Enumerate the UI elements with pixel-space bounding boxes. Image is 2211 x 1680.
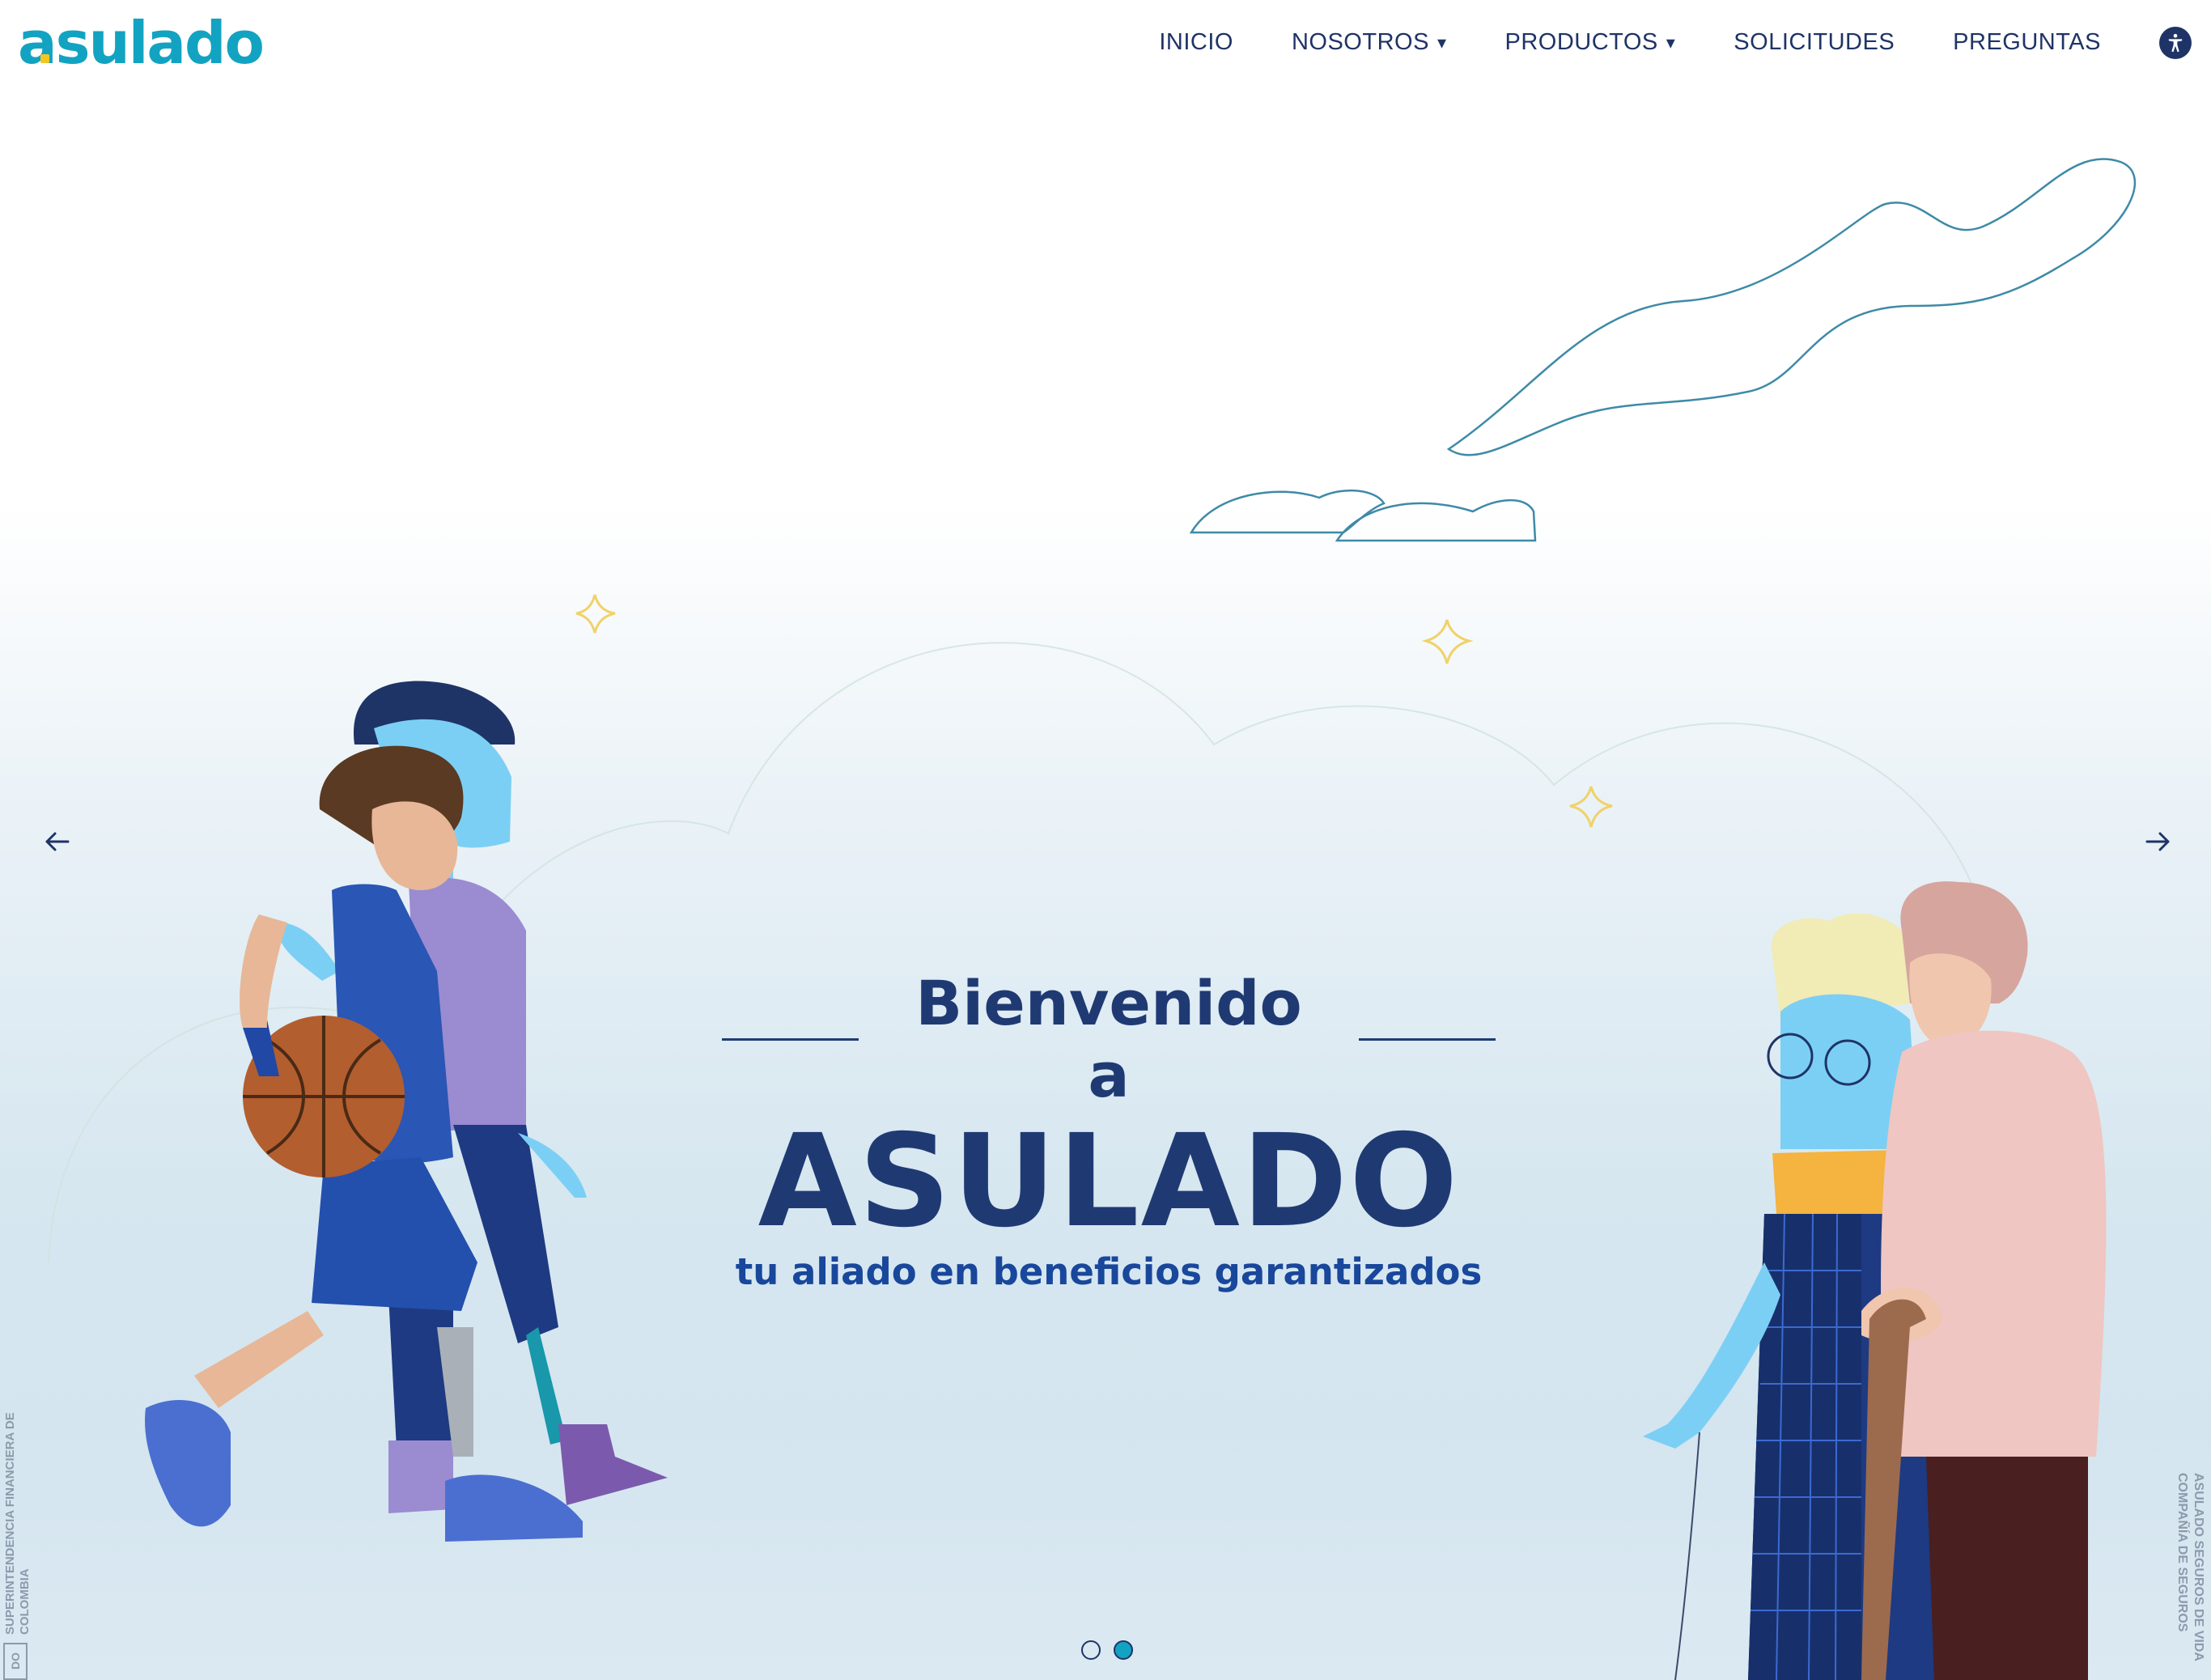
- logo-dot: [40, 53, 49, 63]
- hero-welcome: Bienvenido a: [696, 967, 1521, 1111]
- sparkle-icon: [1421, 619, 1474, 664]
- carousel-dot-2[interactable]: [1114, 1640, 1133, 1660]
- carousel-prev-button[interactable]: [40, 825, 73, 858]
- caret-down-icon: ▾: [1666, 32, 1676, 53]
- carousel-next-button[interactable]: [2142, 825, 2175, 858]
- small-cloud-shape: [1335, 498, 1537, 542]
- small-cloud-shape: [1189, 489, 1386, 534]
- nav-label: PRODUCTOS: [1504, 29, 1658, 55]
- site-header: asulado INICIO NOSOTROS ▾ PRODUCTOS ▾ SO…: [0, 0, 2211, 85]
- nav-item-nosotros[interactable]: NOSOTROS ▾: [1292, 29, 1447, 56]
- nav-label: SOLICITUDES: [1734, 29, 1895, 55]
- nav-item-inicio[interactable]: INICIO: [1159, 29, 1233, 56]
- main-nav: INICIO NOSOTROS ▾ PRODUCTOS ▾ SOLICITUDE…: [1101, 26, 2192, 59]
- regulator-note: SUPERINTENDENCIA FINANCIERA DE COLOMBIA: [3, 1412, 32, 1635]
- arrow-left-icon: [45, 832, 70, 851]
- hero-text-block: Bienvenido a ASULADO tu aliado en benefi…: [696, 967, 1521, 1293]
- divider-rule: [722, 1037, 859, 1041]
- divider-rule: [1358, 1037, 1496, 1041]
- hero-illustration: [48, 158, 2137, 1680]
- company-note: ASULADO SEGUROS DE VIDA COMPAÑÍA DE SEGU…: [2175, 1473, 2205, 1661]
- sparkle-icon: [1569, 786, 1613, 828]
- carousel-pagination: [1081, 1640, 1146, 1660]
- caret-down-icon: ▾: [1437, 32, 1447, 53]
- hero-welcome-text: Bienvenido a: [915, 967, 1302, 1111]
- nav-label: PREGUNTAS: [1953, 29, 2101, 55]
- illustrated-grandmother-figure: [1643, 913, 1958, 1680]
- boy-with-basketball: [145, 745, 583, 1542]
- squiggle-line: [1446, 158, 2137, 456]
- accessibility-button[interactable]: [2159, 26, 2192, 59]
- logo-text: asulado: [18, 8, 265, 77]
- arrow-right-icon: [2145, 832, 2170, 851]
- grandmother-with-cane: [1861, 881, 2107, 1680]
- carousel-dot-1[interactable]: [1081, 1640, 1101, 1660]
- regulator-mark: DO: [3, 1643, 28, 1680]
- nav-label: INICIO: [1159, 29, 1233, 55]
- asulado-logo[interactable]: asulado: [18, 8, 265, 77]
- hero-title: ASULADO: [758, 1107, 1460, 1256]
- sparkle-icon: [575, 594, 616, 634]
- hero-subtitle: tu aliado en beneficios garantizados: [735, 1250, 1483, 1293]
- nav-item-preguntas[interactable]: PREGUNTAS: [1953, 29, 2101, 56]
- accessibility-icon: [2168, 33, 2183, 52]
- nav-item-solicitudes[interactable]: SOLICITUDES: [1734, 29, 1895, 56]
- nav-label: NOSOTROS: [1291, 29, 1429, 55]
- illustrated-teen-figure: [279, 681, 668, 1513]
- nav-item-productos[interactable]: PRODUCTOS ▾: [1504, 29, 1675, 56]
